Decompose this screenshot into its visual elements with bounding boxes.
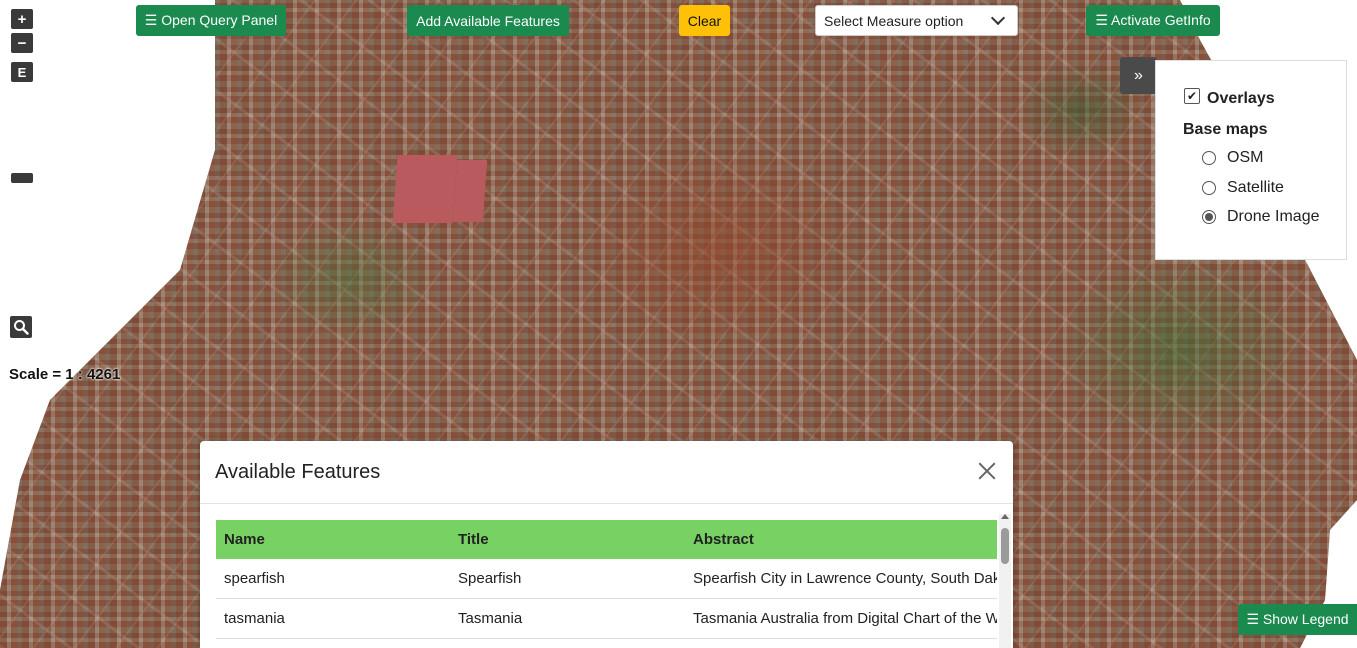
double-chevron-right-icon: » bbox=[1134, 66, 1143, 84]
features-table: Name Title Abstract spearfish Spearfish … bbox=[216, 520, 997, 639]
layer-switcher-toggle[interactable]: » bbox=[1120, 57, 1157, 94]
activate-getinfo-button[interactable]: ☰ Activate GetInfo bbox=[1086, 5, 1220, 36]
osm-radio[interactable] bbox=[1202, 151, 1216, 165]
scroll-thumb[interactable] bbox=[1001, 528, 1009, 564]
measure-select[interactable]: Select Measure option bbox=[815, 5, 1018, 36]
chevron-down-icon bbox=[990, 10, 1006, 26]
layer-switcher-panel: ✔ Overlays Base maps OSM Satellite Drone… bbox=[1155, 60, 1347, 260]
overlays-checkbox[interactable]: ✔ bbox=[1184, 88, 1200, 104]
zoom-out-button[interactable]: − bbox=[11, 33, 33, 53]
basemaps-label: Base maps bbox=[1183, 121, 1268, 138]
scroll-up-arrow-icon[interactable] bbox=[1001, 514, 1009, 519]
basemap-option-label: Drone Image bbox=[1227, 208, 1320, 225]
cell-name: tasmania bbox=[216, 598, 450, 639]
modal-title: Available Features bbox=[215, 461, 381, 483]
add-available-features-button[interactable]: Add Available Features bbox=[407, 5, 569, 36]
table-row[interactable]: spearfish Spearfish Spearfish City in La… bbox=[216, 559, 997, 599]
overlays-label: Overlays bbox=[1207, 90, 1275, 107]
scale-text: Scale = 1 : 4261 bbox=[9, 366, 121, 383]
cell-abstract: Tasmania Australia from Digital Chart of… bbox=[685, 598, 997, 639]
zoom-slider-handle[interactable] bbox=[11, 173, 33, 183]
basemap-option-label: Satellite bbox=[1227, 179, 1284, 196]
column-header-name: Name bbox=[216, 520, 450, 559]
satellite-radio[interactable] bbox=[1202, 181, 1216, 195]
available-features-modal: Available Features Name Title Abstract s… bbox=[200, 441, 1013, 648]
table-header-row: Name Title Abstract bbox=[216, 520, 997, 559]
column-header-title: Title bbox=[450, 520, 685, 559]
features-table-container[interactable]: Name Title Abstract spearfish Spearfish … bbox=[216, 520, 997, 648]
zoom-in-button[interactable]: + bbox=[11, 9, 33, 29]
basemap-option-satellite[interactable]: Satellite bbox=[1202, 179, 1284, 197]
table-scrollbar[interactable] bbox=[999, 514, 1011, 648]
cell-title: Spearfish bbox=[450, 559, 685, 599]
clear-button[interactable]: Clear bbox=[679, 5, 730, 36]
search-icon bbox=[14, 320, 29, 335]
close-icon[interactable] bbox=[976, 460, 998, 482]
basemap-option-label: OSM bbox=[1227, 149, 1264, 166]
basemap-option-drone-image[interactable]: Drone Image bbox=[1202, 208, 1320, 226]
show-legend-button[interactable]: ☰ Show Legend bbox=[1238, 604, 1357, 635]
column-header-abstract: Abstract bbox=[685, 520, 997, 559]
basemap-option-osm[interactable]: OSM bbox=[1202, 149, 1263, 167]
open-query-panel-button[interactable]: ☰ Open Query Panel bbox=[136, 5, 286, 36]
cell-name: spearfish bbox=[216, 559, 450, 599]
table-row[interactable]: tasmania Tasmania Tasmania Australia fro… bbox=[216, 598, 997, 639]
market-roof bbox=[452, 160, 488, 222]
search-button[interactable] bbox=[10, 316, 32, 338]
measure-select-value: Select Measure option bbox=[824, 12, 964, 29]
cell-title: Tasmania bbox=[450, 598, 685, 639]
drone-image-radio[interactable] bbox=[1202, 210, 1216, 224]
checkmark-icon: ✔ bbox=[1186, 89, 1198, 103]
zoom-extent-button[interactable]: E bbox=[11, 62, 33, 82]
market-roof bbox=[392, 155, 458, 223]
cell-abstract: Spearfish City in Lawrence County, South… bbox=[685, 559, 997, 599]
modal-header: Available Features bbox=[200, 441, 1013, 504]
